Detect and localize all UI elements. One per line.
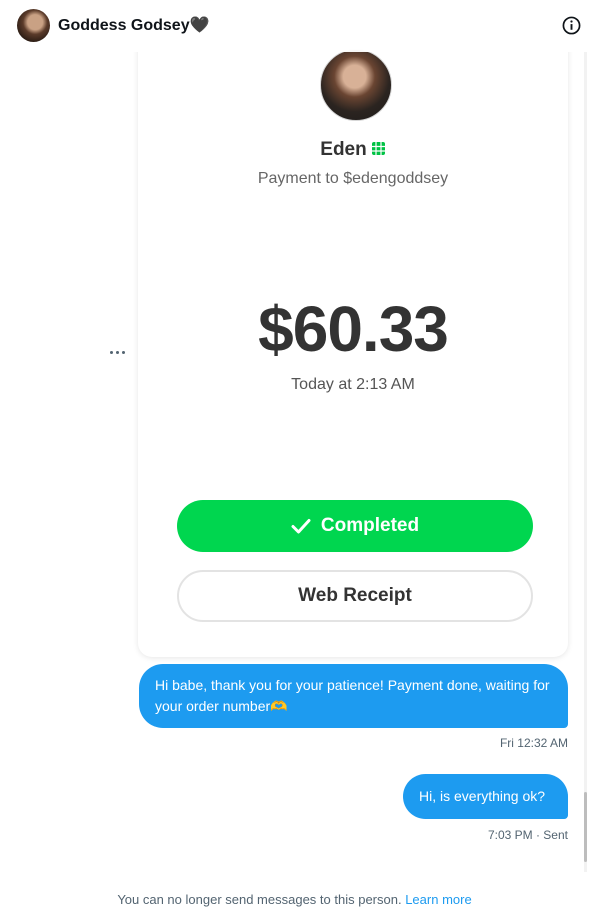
web-receipt-button[interactable]: Web Receipt — [177, 570, 533, 622]
message-bubble[interactable]: Hi babe, thank you for your patience! Pa… — [139, 664, 568, 728]
payment-subtitle: Payment to $edengoddsey — [257, 170, 449, 187]
payment-amount: $60.33 — [258, 293, 449, 365]
payment-screenshot-card[interactable]: Eden Payment to $edengoddsey $60.33 Toda… — [138, 30, 568, 657]
contact-avatar[interactable] — [17, 9, 50, 42]
blocked-notice-text: You can no longer send messages to this … — [117, 892, 402, 907]
scrollbar-thumb[interactable] — [584, 792, 587, 862]
checkmark-icon — [291, 519, 311, 534]
message-bubble[interactable]: Hi, is everything ok? — [403, 774, 568, 819]
verified-icon — [371, 142, 385, 155]
learn-more-link[interactable]: Learn more — [405, 892, 471, 907]
blocked-notice: You can no longer send messages to this … — [0, 892, 589, 907]
conversation-header: Goddess Godsey🖤 — [0, 0, 589, 52]
info-icon[interactable] — [562, 16, 581, 35]
recipient-name: Eden — [138, 139, 568, 161]
message-status: 7:03 PM · Sent — [487, 828, 568, 842]
payment-time: Today at 2:13 AM — [291, 376, 415, 393]
contact-name[interactable]: Goddess Godsey🖤 — [58, 15, 210, 35]
scrollbar[interactable] — [584, 52, 587, 872]
more-options-button[interactable] — [106, 344, 128, 360]
completed-button[interactable]: Completed — [177, 500, 533, 552]
recipient-avatar — [320, 49, 392, 121]
completed-label: Completed — [320, 515, 420, 536]
message-timestamp: Fri 12:32 AM — [499, 736, 568, 750]
